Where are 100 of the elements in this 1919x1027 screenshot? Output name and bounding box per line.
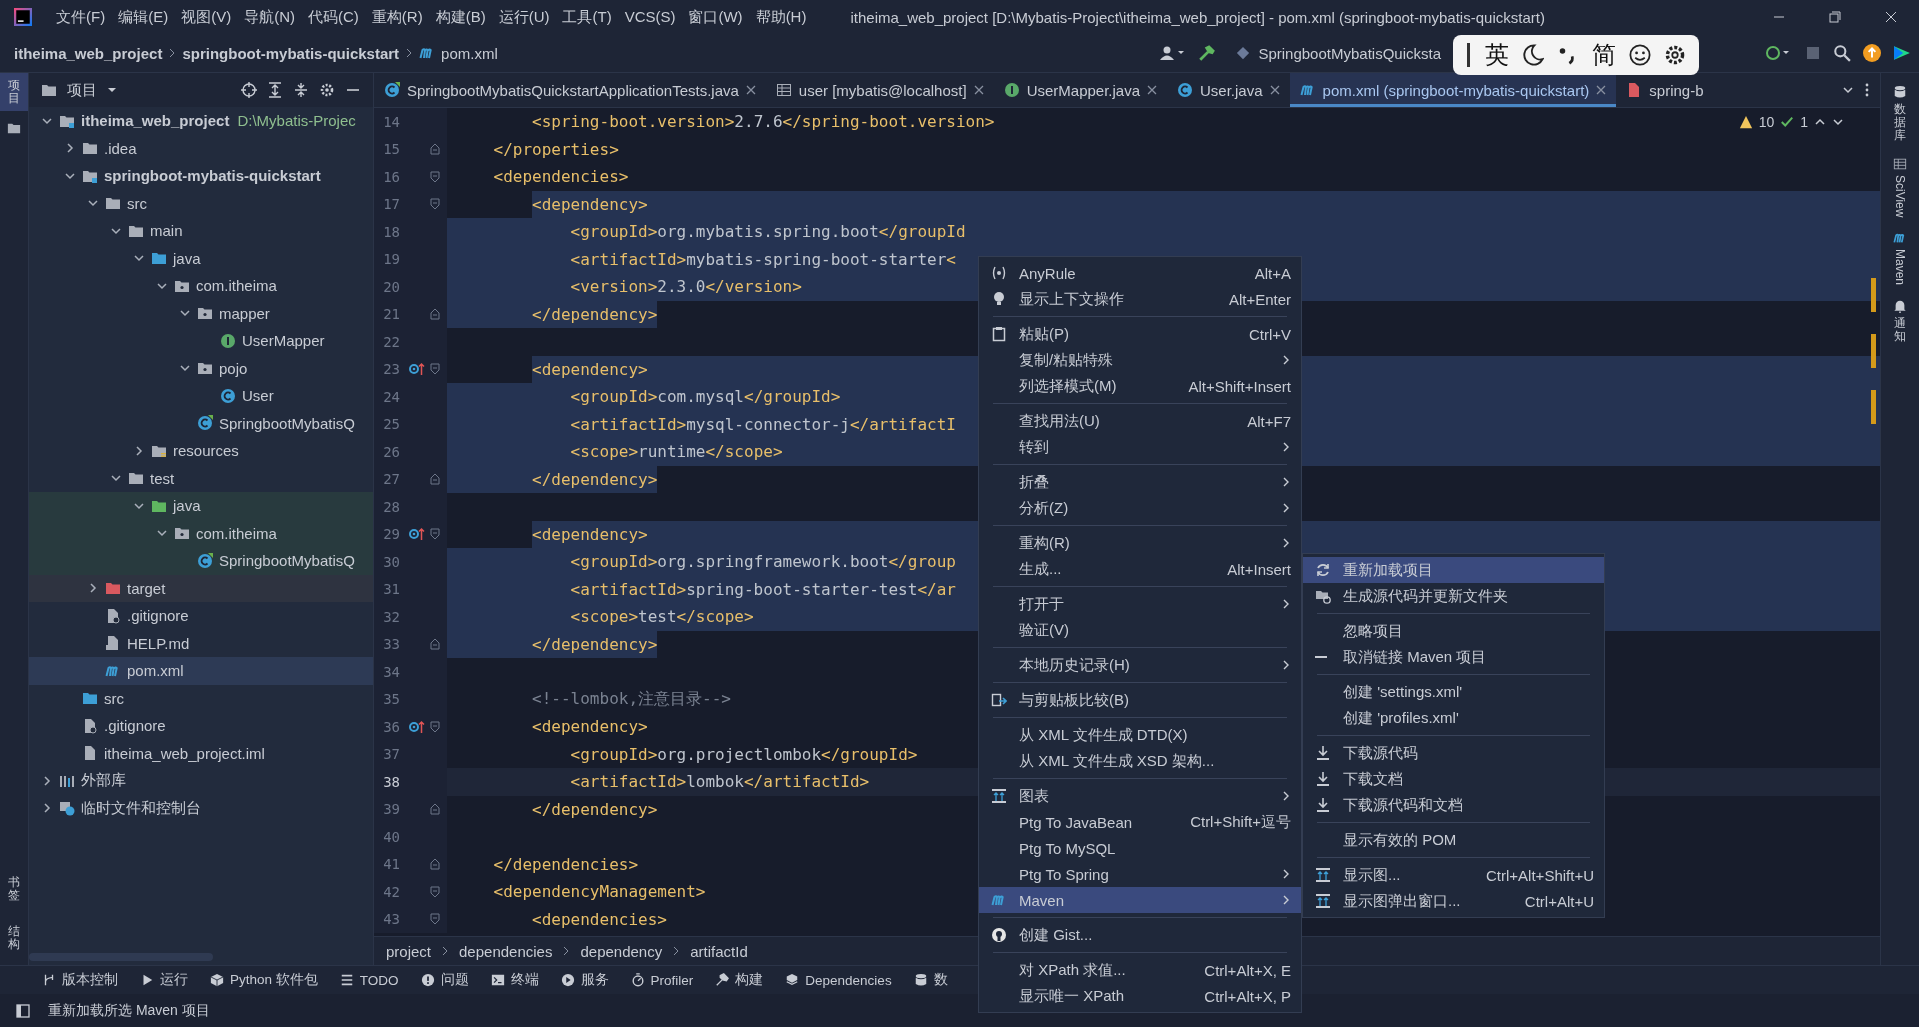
menu-item[interactable]: 显示有效的 POM [1303,827,1604,853]
caret-icon[interactable] [107,85,117,95]
tool-window-tab[interactable]: 数据库 [1893,85,1907,143]
update-icon[interactable] [1863,44,1881,62]
fold-end-icon[interactable] [430,473,440,486]
breadcrumb-item[interactable]: artifactId [690,942,748,960]
tool-window-tab[interactable]: 项目 [0,73,28,112]
tree-item[interactable]: HELP.md [29,629,373,657]
tree-item[interactable]: pojo [29,354,373,382]
tree-item[interactable]: .gitignore [29,712,373,740]
menu-item[interactable]: VCS(S) [624,7,676,27]
menu-item[interactable]: 重构(R) [371,7,423,27]
menu-item[interactable]: 显示上下文操作 Alt+Enter [979,286,1301,312]
close-icon[interactable] [1596,85,1607,95]
menu-item[interactable]: 与剪贴板比较(B) [979,687,1301,713]
input-mode-toggle[interactable]: 英 [1484,39,1509,71]
editor-tab[interactable]: pom.xml (springboot-mybatis-quickstart) [1289,73,1617,107]
menu-item[interactable]: 分析(Z) [979,495,1301,521]
menu-item[interactable]: 视图(V) [181,7,232,27]
menu-item[interactable]: 显示图... Ctrl+Alt+Shift+U [1303,862,1604,888]
menu-item[interactable]: 复制/粘贴特殊 [979,347,1301,373]
tree-item[interactable]: 临时文件和控制台 [29,794,373,822]
restore-icon[interactable] [1829,11,1841,23]
tree-item[interactable]: itheima_web_project D:\Mybatis-Projec [29,107,373,135]
close-icon[interactable] [973,85,984,95]
menu-item[interactable]: 图表 [979,783,1301,809]
menu-item[interactable]: 创建 'profiles.xml' [1303,705,1604,731]
tree-item[interactable]: .gitignore [29,602,373,630]
menu-item[interactable]: 运行(U) [498,7,550,27]
close-icon[interactable] [1269,85,1280,95]
run-configuration-selector[interactable]: SpringbootMybatisQuicksta [1228,40,1441,66]
menu-item[interactable]: 忽略项目 [1303,618,1604,644]
warning-icon[interactable] [1738,115,1753,129]
menu-item[interactable]: 工具(T) [562,7,612,27]
close-icon[interactable] [745,85,756,95]
breadcrumb-item[interactable]: project [386,942,432,960]
menu-item[interactable]: 创建 Gist... [979,922,1301,948]
fold-icon[interactable] [430,913,440,926]
tree-item[interactable]: target [29,574,373,602]
menu-item[interactable]: 编辑(E) [118,7,169,27]
input-mode-toggle[interactable]: 简 [1592,39,1617,71]
search-icon[interactable] [1833,44,1851,62]
hammer-icon[interactable] [1198,44,1217,62]
more-icon[interactable] [1864,82,1870,98]
fold-end-icon[interactable] [430,803,440,816]
menu-item[interactable]: 本地历史记录(H) [979,652,1301,678]
overridden-marker-icon[interactable] [409,362,425,377]
tool-window-tab[interactable]: SciView [1893,156,1907,218]
fold-end-icon[interactable] [430,143,440,156]
tree-item[interactable]: src [29,189,373,217]
editor-tab[interactable]: User.java [1167,73,1290,107]
overridden-marker-icon[interactable] [409,527,425,542]
scrollbar[interactable] [29,953,213,961]
tool-window-button[interactable]: 数 [913,971,948,989]
menu-item[interactable]: 取消链接 Maven 项目 [1303,644,1604,670]
tree-item[interactable]: resources [29,437,373,465]
settings-icon[interactable] [1664,44,1687,66]
tree-item[interactable]: main [29,217,373,245]
tree-item[interactable]: src [29,684,373,712]
stop-icon[interactable] [1805,45,1821,61]
menu-item[interactable]: 下载文档 [1303,766,1604,792]
menu-item[interactable]: Maven [979,887,1301,913]
warning-count[interactable]: 10 [1758,114,1775,130]
tree-item[interactable]: UserMapper [29,327,373,355]
menu-item[interactable]: 构建(B) [435,7,486,27]
tool-window-button[interactable]: 构建 [715,971,764,989]
menu-item[interactable]: 生成... Alt+Insert [979,556,1301,582]
tree-item[interactable]: mapper [29,299,373,327]
plugin-logo-icon[interactable] [1893,44,1911,62]
tool-window-button[interactable]: 服务 [560,971,609,989]
menu-item[interactable]: 生成源代码并更新文件夹 [1303,583,1604,609]
tree-item[interactable]: 外部库 [29,767,373,795]
breadcrumb-item[interactable]: dependency [580,942,663,960]
tool-window-button[interactable]: Python 软件包 [210,971,318,989]
tree-item[interactable]: .idea [29,134,373,162]
editor-tab[interactable]: SpringbootMybatisQuickstartApplicationTests.java [374,73,766,107]
menu-item[interactable]: 下载源代码 [1303,740,1604,766]
tree-item[interactable]: SpringbootMybatisQ [29,409,373,437]
tool-window-tab[interactable]: 通知 [1893,299,1907,344]
menu-item[interactable]: 显示图弹出窗口... Ctrl+Alt+U [1303,888,1604,914]
overridden-marker-icon[interactable] [409,719,425,734]
breadcrumb-item[interactable]: dependencies [459,942,553,960]
menu-item[interactable]: 下载源代码和文档 [1303,792,1604,818]
fold-end-icon[interactable] [430,858,440,871]
fold-end-icon[interactable] [430,638,440,651]
fold-end-icon[interactable] [430,308,440,321]
tool-window-button[interactable]: Profiler [630,972,694,988]
tree-item[interactable]: java [29,244,373,272]
menu-item[interactable]: 粘贴(P) Ctrl+V [979,321,1301,347]
fold-icon[interactable] [430,720,440,733]
tool-window-tab[interactable]: 结构 [0,918,28,957]
editor-tab[interactable]: user [mybatis@localhost] [765,73,994,107]
menu-item[interactable]: 验证(V) [979,617,1301,643]
panel-title[interactable]: 项目 [67,80,97,100]
tool-window-tab[interactable]: 书签 [0,870,28,909]
chevron-down-icon[interactable] [1842,84,1854,96]
tool-window-button[interactable]: Dependencies [785,972,892,988]
menu-item[interactable]: Ptg To MySQL [979,835,1301,861]
breadcrumb-item[interactable]: springboot-mybatis-quickstart [182,44,400,62]
tool-window-button[interactable]: 终端 [490,971,539,989]
